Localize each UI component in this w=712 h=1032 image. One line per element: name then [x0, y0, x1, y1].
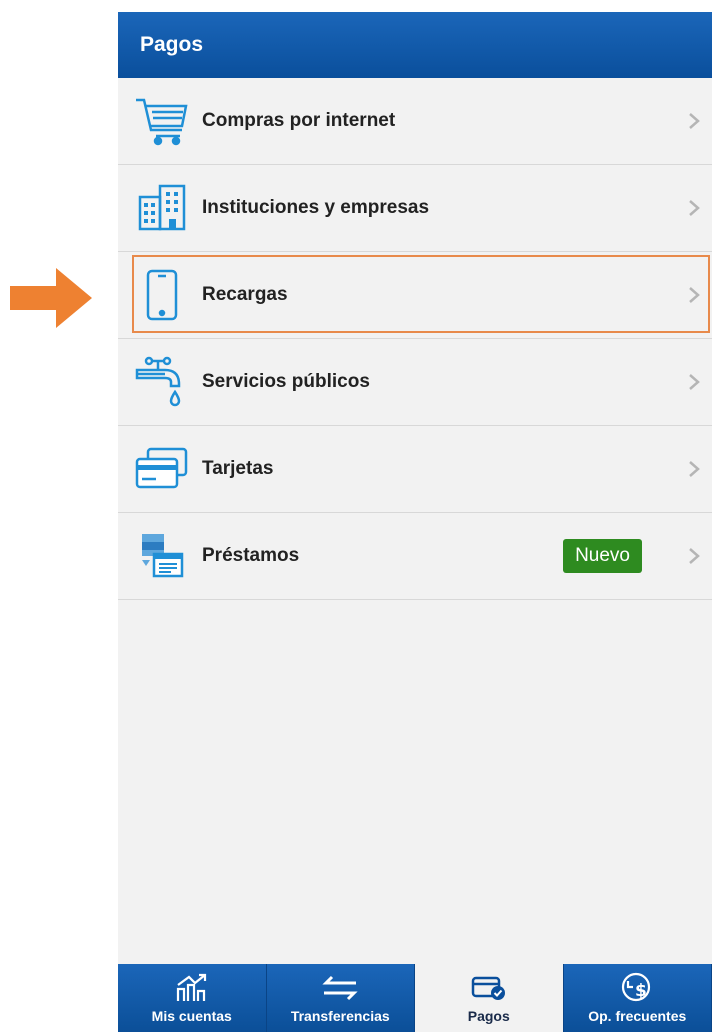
buildings-icon	[132, 181, 192, 235]
menu-item-instituciones-empresas[interactable]: Instituciones y empresas	[118, 165, 712, 252]
clock-dollar-icon: $	[620, 972, 654, 1004]
payments-menu: Compras por internet Instituciones y emp…	[118, 78, 712, 600]
menu-item-compras-internet[interactable]: Compras por internet	[118, 78, 712, 165]
menu-item-prestamos[interactable]: Préstamos Nuevo	[118, 513, 712, 600]
menu-item-label: Compras por internet	[202, 110, 396, 131]
page-title: Pagos	[140, 33, 204, 56]
menu-item-label: Préstamos	[202, 545, 300, 566]
tab-label: Op. frecuentes	[588, 1008, 687, 1024]
menu-item-recargas[interactable]: Recargas	[118, 252, 712, 339]
card-check-icon	[471, 972, 507, 1004]
pointer-arrow-icon	[10, 268, 92, 328]
tab-op-frecuentes[interactable]: $ Op. frecuentes	[563, 964, 712, 1032]
phone-screen: Pagos Compras por internet Instituciones…	[118, 12, 712, 1032]
tab-label: Pagos	[467, 1008, 510, 1024]
chevron-right-icon	[689, 461, 700, 477]
mobile-phone-icon	[132, 268, 192, 322]
chevron-right-icon	[689, 548, 700, 564]
new-badge: Nuevo	[563, 539, 642, 573]
chevron-right-icon	[689, 374, 700, 390]
cart-icon	[132, 94, 192, 148]
menu-item-label: Instituciones y empresas	[202, 197, 430, 218]
menu-item-tarjetas[interactable]: Tarjetas	[118, 426, 712, 513]
chevron-right-icon	[689, 113, 700, 129]
menu-item-label: Servicios públicos	[202, 371, 370, 392]
app-header: Pagos	[118, 12, 712, 78]
tab-label: Mis cuentas	[151, 1008, 232, 1024]
chevron-right-icon	[689, 287, 700, 303]
chevron-right-icon	[689, 200, 700, 216]
tab-pagos[interactable]: Pagos	[415, 964, 564, 1032]
svg-text:$: $	[635, 981, 647, 1001]
transfer-arrows-icon	[320, 972, 360, 1004]
menu-item-label: Tarjetas	[202, 458, 274, 479]
tab-transferencias[interactable]: Transferencias	[266, 964, 415, 1032]
loan-money-icon	[132, 529, 192, 583]
bottom-tab-bar: Mis cuentas Transferencias Pagos $ Op. f…	[118, 964, 712, 1032]
tab-mis-cuentas[interactable]: Mis cuentas	[118, 964, 267, 1032]
tab-label: Transferencias	[290, 1008, 390, 1024]
water-faucet-icon	[132, 355, 192, 409]
menu-item-servicios-publicos[interactable]: Servicios públicos	[118, 339, 712, 426]
chart-growth-icon	[175, 972, 209, 1004]
menu-item-label: Recargas	[202, 284, 288, 305]
credit-cards-icon	[132, 442, 192, 496]
